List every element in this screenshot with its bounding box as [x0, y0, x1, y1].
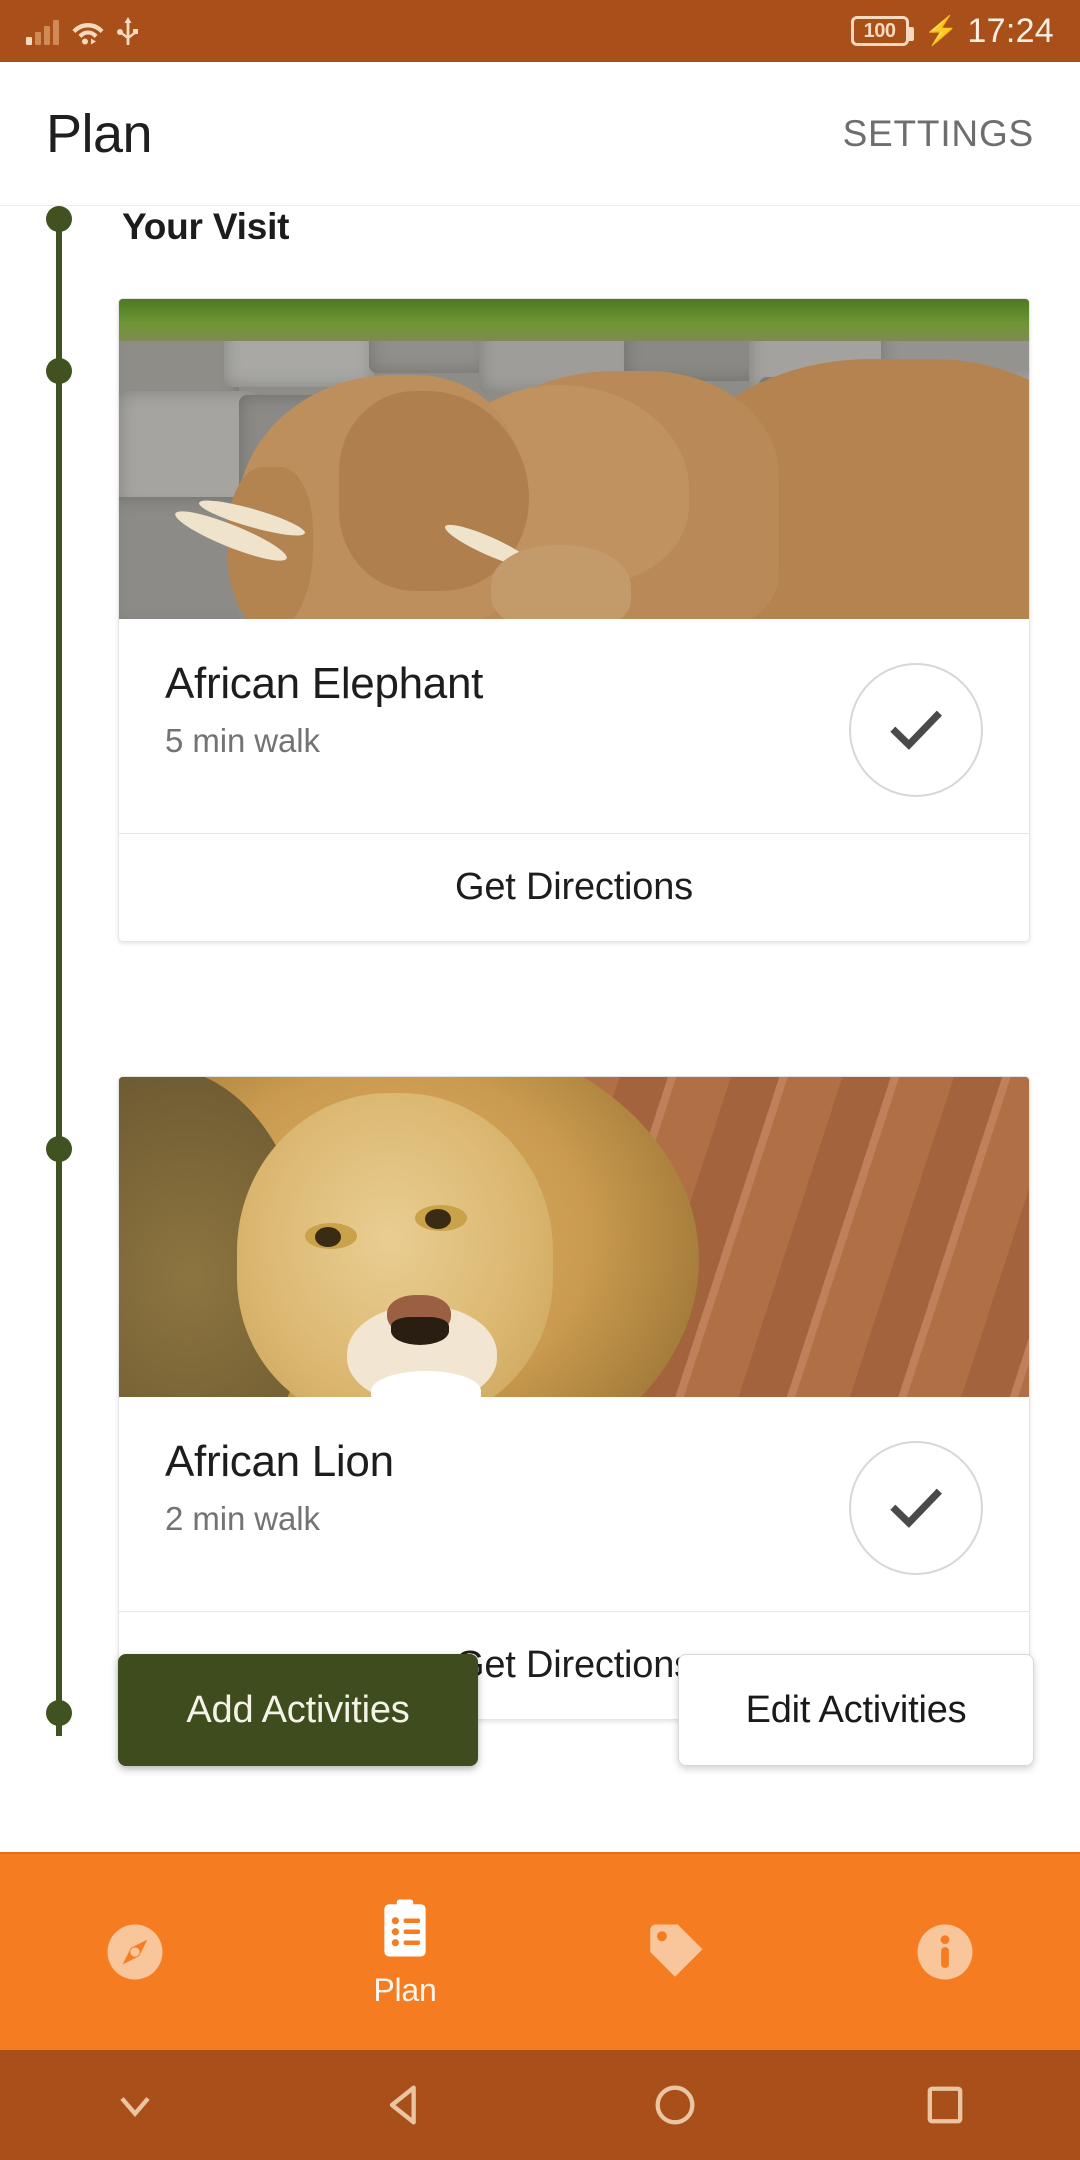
card-text: African Lion 2 min walk [165, 1437, 849, 1538]
grass-strip [119, 299, 1029, 341]
charging-bolt-icon: ⚡ [923, 15, 959, 46]
home-circle-icon [655, 2085, 695, 2125]
check-icon [890, 1488, 942, 1528]
section-title: Your Visit [122, 206, 290, 247]
edit-activities-button[interactable]: Edit Activities [678, 1654, 1034, 1766]
elephant-calf-shape [491, 545, 631, 619]
timeline-dot [46, 206, 72, 232]
settings-button[interactable]: SETTINGS [843, 113, 1034, 155]
visited-check-button[interactable] [849, 663, 983, 797]
add-activities-label: Add Activities [186, 1688, 410, 1731]
page-title: Plan [46, 103, 153, 164]
african-lion-photo [119, 1077, 1029, 1397]
timeline-dot [46, 1700, 72, 1726]
add-activities-button[interactable]: Add Activities [118, 1654, 478, 1766]
recents-square-icon [927, 2086, 963, 2124]
battery-icon: 100 [850, 16, 914, 46]
signal-bars-icon [26, 19, 59, 45]
card-text: African Elephant 5 min walk [165, 659, 849, 760]
check-icon [890, 710, 942, 750]
card-title: African Elephant [165, 659, 484, 708]
card-title: African Lion [165, 1437, 394, 1486]
card-subtitle: 2 min walk [165, 1500, 320, 1538]
card-body: African Elephant 5 min walk [119, 619, 1029, 833]
status-bar-left [26, 17, 139, 45]
get-directions-label: Get Directions [455, 866, 693, 908]
info-icon [917, 1924, 973, 1980]
chevron-down-icon [120, 2097, 150, 2117]
tag-icon [650, 1924, 703, 1977]
timeline-line [56, 218, 62, 1736]
plan-card-elephant[interactable]: African Elephant 5 min walk Get Directio… [118, 298, 1030, 942]
edit-activities-label: Edit Activities [745, 1688, 967, 1731]
african-elephant-photo [119, 299, 1029, 619]
recents-button[interactable] [810, 2050, 1080, 2160]
nav-item-plan-label: Plan [373, 1971, 437, 2008]
card-subtitle: 5 min walk [165, 722, 320, 760]
get-directions-label: Get Directions [455, 1644, 693, 1686]
compass-icon [107, 1924, 163, 1980]
timeline-dot [46, 358, 72, 384]
usb-icon [117, 17, 138, 45]
nav-item-tag[interactable] [540, 1854, 810, 2050]
card-body: African Lion 2 min walk [119, 1397, 1029, 1611]
plan-card-lion[interactable]: African Lion 2 min walk Get Directions [118, 1076, 1030, 1720]
get-directions-button[interactable]: Get Directions [119, 833, 1029, 941]
status-bar-right: 100 ⚡ 17:24 [850, 11, 1054, 51]
nav-item-plan[interactable]: Plan [270, 1854, 540, 2050]
nav-item-info[interactable] [810, 1854, 1080, 2050]
clock: 17:24 [967, 11, 1054, 50]
home-button[interactable] [540, 2050, 810, 2160]
timeline-rail [46, 206, 72, 1852]
bottom-navigation: Plan [0, 1852, 1080, 2050]
status-bar: 100 ⚡ 17:24 [0, 0, 1080, 62]
android-navigation-bar [0, 2050, 1080, 2160]
wifi-icon [72, 23, 104, 45]
nav-item-explore[interactable] [0, 1854, 270, 2050]
timeline-dot [46, 1136, 72, 1162]
back-button[interactable] [270, 2050, 540, 2160]
phone-screen: 100 ⚡ 17:24 Plan SETTINGS Your Visit Afr… [0, 0, 1080, 2160]
battery-level: 100 [863, 20, 896, 42]
app-header: Plan SETTINGS [0, 62, 1080, 206]
back-triangle-icon [389, 2085, 416, 2125]
clipboard-list-icon [384, 1898, 426, 1956]
hide-keyboard-button[interactable] [0, 2050, 270, 2160]
plan-content: Your Visit African Elephant 5 min walk G… [0, 206, 1080, 1852]
visited-check-button[interactable] [849, 1441, 983, 1575]
